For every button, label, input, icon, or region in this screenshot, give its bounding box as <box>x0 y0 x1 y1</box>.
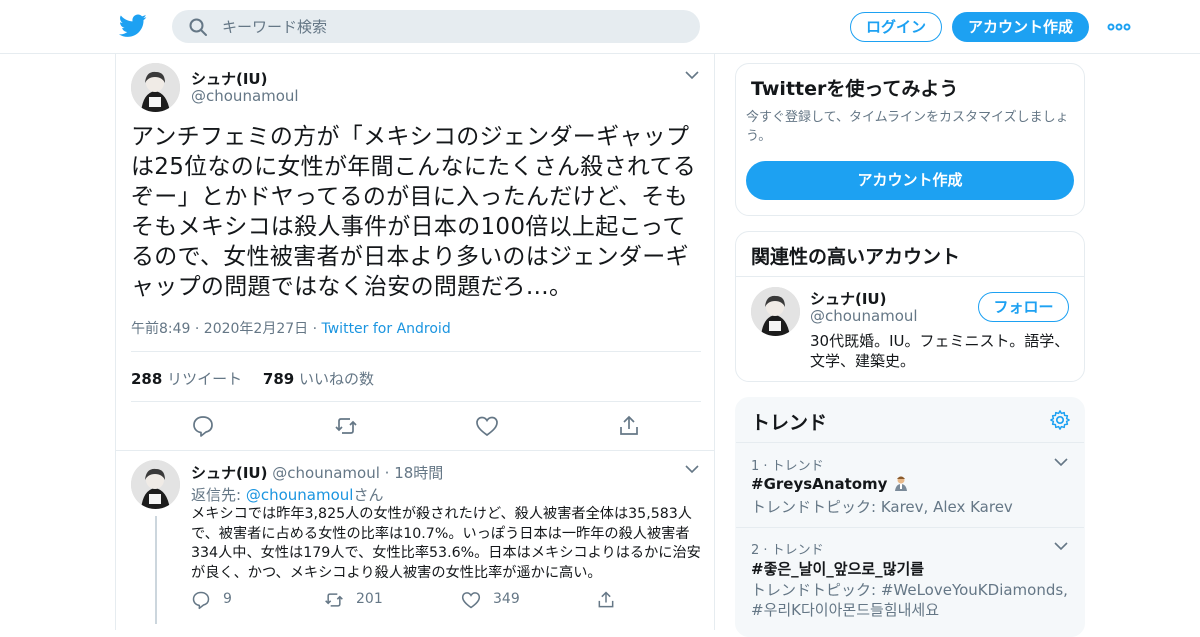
reply-to-suffix: さん <box>353 486 384 504</box>
chevron-down-icon[interactable] <box>685 70 699 80</box>
trend-context: 2 · トレンド <box>751 543 824 558</box>
reply-icon[interactable] <box>191 414 215 438</box>
retweet-count: 288 <box>131 370 163 388</box>
follow-button[interactable]: フォロー <box>978 292 1069 322</box>
more-options-icon[interactable] <box>1107 20 1131 34</box>
signup-card: Twitterを使ってみよう 今すぐ登録して、タイムラインをカスタマイズしましょ… <box>735 63 1085 216</box>
author-name[interactable]: シュナ(IU) <box>191 464 267 482</box>
retweet-count: 201 <box>356 591 383 607</box>
tweet-source-link[interactable]: Twitter for Android <box>322 321 451 337</box>
tweet-timestamp[interactable]: 午前8:49 · 2020年2月27日 <box>131 321 308 337</box>
like-count: 789 <box>262 370 295 388</box>
trend-topic: トレンドトピック: #WeLoveYouKDiamonds, #우리K다이아몬드… <box>751 581 1068 619</box>
related-account-name[interactable]: シュナ(IU) <box>810 288 886 309</box>
avatar-image-icon <box>131 460 180 509</box>
related-account-bio: 30代既婚。IU。フェミニスト。語学、文学、建築史。 <box>810 332 1070 370</box>
divider <box>131 351 701 352</box>
signup-card-button[interactable]: アカウント作成 <box>746 161 1074 200</box>
related-accounts-card: 関連性の高いアカウント シュナ(IU) @chounamoul フォロー 30代… <box>735 231 1085 382</box>
tweet-text: アンチフェミの方が「メキシコのジェンダーギャップは25位なのに女性が年間こんなに… <box>131 124 697 300</box>
related-accounts-title: 関連性の高いアカウント <box>751 246 961 268</box>
like-stat[interactable]: 789 いいねの数 <box>263 370 374 388</box>
share-icon <box>598 591 614 608</box>
signup-card-title: Twitterを使ってみよう <box>751 78 959 100</box>
avatar[interactable] <box>131 460 180 509</box>
share-icon[interactable] <box>617 414 641 438</box>
author-handle[interactable]: @chounamoul <box>272 464 380 482</box>
trend-topic: トレンドトピック: Karev, Alex Karev <box>751 498 1013 516</box>
author-handle[interactable]: @chounamoul <box>191 87 299 105</box>
divider <box>131 401 701 402</box>
search-icon <box>189 18 207 36</box>
chevron-down-icon[interactable] <box>1054 541 1068 551</box>
like-action[interactable]: 349 <box>461 590 541 610</box>
signup-card-description: 今すぐ登録して、タイムラインをカスタマイズしましょう。 <box>746 110 1069 144</box>
share-action[interactable] <box>596 590 620 610</box>
login-button[interactable]: ログイン <box>850 12 942 42</box>
trend-name[interactable]: #GreysAnatomy <box>751 475 909 493</box>
signup-button[interactable]: アカウント作成 <box>952 12 1089 42</box>
avatar[interactable] <box>751 287 800 336</box>
retweet-action[interactable]: 201 <box>324 590 404 610</box>
retweet-icon[interactable] <box>334 414 358 438</box>
reply-action[interactable]: 9 <box>191 590 251 610</box>
trends-title: トレンド <box>751 412 828 434</box>
like-icon <box>461 592 481 609</box>
retweet-stat-label: リツイート <box>167 370 243 388</box>
reply-icon <box>192 591 210 610</box>
reply-time[interactable]: · 18時間 <box>385 464 444 482</box>
reply-count: 9 <box>223 591 232 607</box>
trend-item[interactable]: 1 · トレンド #GreysAnatomy トレンドトピック: Karev, … <box>736 443 1084 527</box>
tweet-stats: 288 リツイート 789 いいねの数 <box>131 368 374 389</box>
reply-text: メキシコでは昨年3,825人の女性が殺されたけど、殺人被害者全体は35,583人… <box>191 506 701 581</box>
retweet-stat[interactable]: 288 リツイート <box>131 370 242 388</box>
twitter-logo-icon[interactable] <box>119 14 147 38</box>
greys-anatomy-emoji-icon <box>894 476 907 491</box>
trend-item[interactable]: 2 · トレンド #좋은_날이_앞으로_많기를 トレンドトピック: #WeLov… <box>736 528 1084 636</box>
like-count: 349 <box>493 591 520 607</box>
reply-to-prefix: 返信先: <box>191 486 246 504</box>
related-account-handle[interactable]: @chounamoul <box>810 307 918 325</box>
top-bar: ログイン アカウント作成 <box>0 0 1200 54</box>
trends-card: トレンド 1 · トレンド #GreysAnatomy トレンドトピック: Ka… <box>735 397 1085 637</box>
avatar[interactable] <box>131 63 180 112</box>
tweet-column: シュナ(IU) @chounamoul アンチフェミの方が「メキシコのジェンダー… <box>115 54 715 630</box>
avatar-image-icon <box>751 287 800 336</box>
search-input[interactable] <box>222 10 682 43</box>
meta-separator: · <box>312 321 318 337</box>
chevron-down-icon[interactable] <box>685 464 699 474</box>
like-icon[interactable] <box>475 414 499 438</box>
reply-to-handle-link[interactable]: @chounamoul <box>246 486 354 504</box>
search-box[interactable] <box>172 10 700 43</box>
tweet-separator <box>116 450 714 451</box>
reply-to: 返信先: @chounamoulさん <box>191 484 383 505</box>
retweet-icon <box>325 593 343 607</box>
author-name[interactable]: シュナ(IU) <box>191 68 267 89</box>
thread-line <box>155 516 157 624</box>
trend-name[interactable]: #좋은_날이_앞으로_많기를 <box>751 558 924 579</box>
tweet-actions <box>131 414 701 438</box>
reply-header: シュナ(IU) @chounamoul · 18時間 <box>191 462 443 483</box>
like-stat-label: いいねの数 <box>298 370 374 388</box>
chevron-down-icon[interactable] <box>1054 457 1068 467</box>
gear-icon[interactable] <box>1049 409 1071 431</box>
trend-context: 1 · トレンド <box>751 459 824 474</box>
avatar-image-icon <box>131 63 180 112</box>
divider <box>736 276 1084 277</box>
trend-name-text: #GreysAnatomy <box>751 475 888 493</box>
tweet-meta: 午前8:49 · 2020年2月27日 · Twitter for Androi… <box>131 318 451 338</box>
